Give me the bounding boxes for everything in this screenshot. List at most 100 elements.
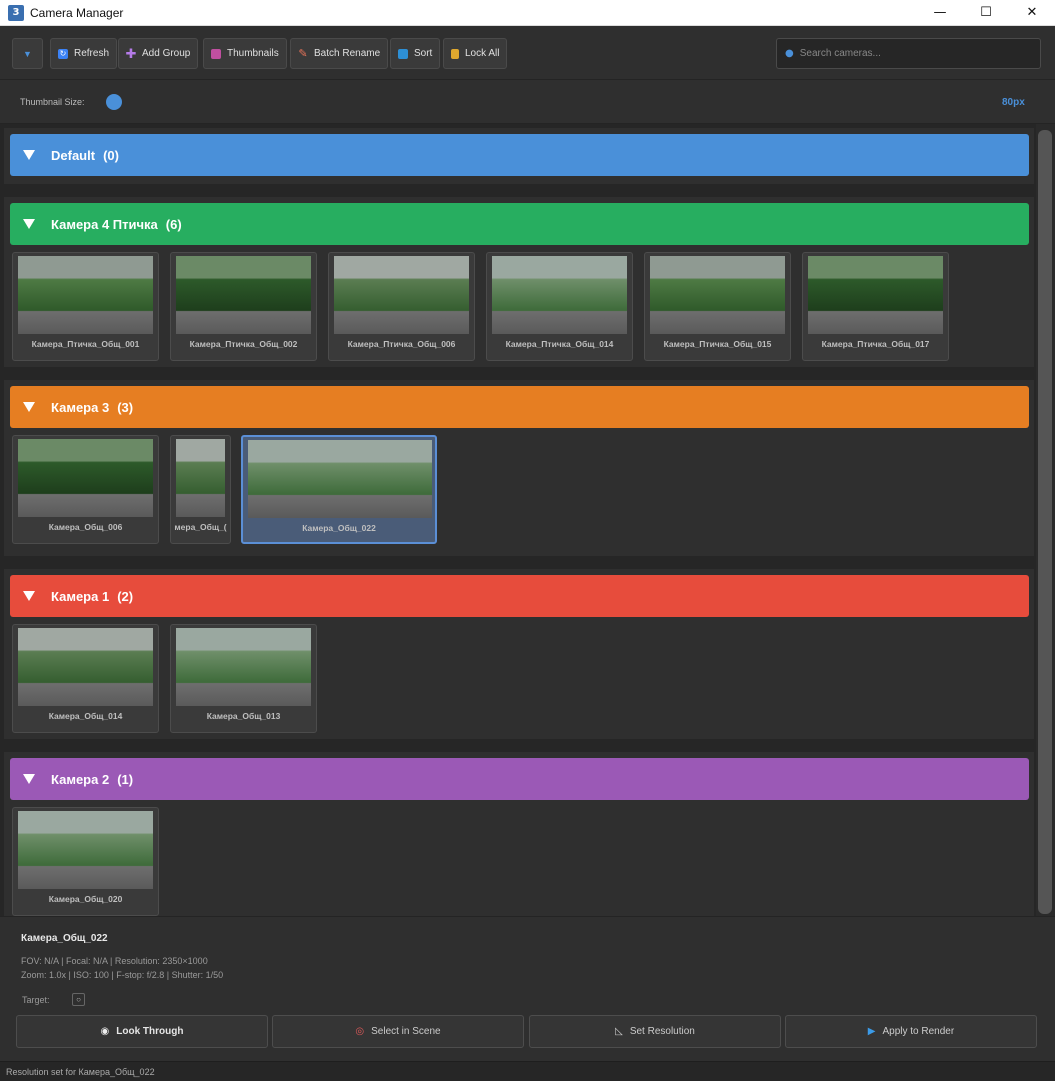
camera-name-label: Камера_Общ_006 [48,522,123,532]
minimize-button[interactable]: — [917,0,963,26]
camera-group: Камера 2 (1) Камера_Общ_020 [4,752,1034,916]
collapse-triangle-icon[interactable] [23,219,35,229]
refresh-button[interactable]: ↻ Refresh [50,38,118,69]
camera-name-label: Камера_Общ_022 [302,523,376,533]
search-box[interactable]: ● [776,38,1041,69]
scrollbar[interactable] [1036,124,1055,916]
camera-thumbnail[interactable]: мера_Общ_( [170,435,231,544]
camera-preview-image [650,256,785,334]
target-pick-button[interactable]: ○ [72,993,85,1006]
camera-preview-image [808,256,943,334]
camera-group: Камера 3 (3) Камера_Общ_006 мера_Общ_( Камер… [4,380,1034,556]
camera-preview-image [176,628,311,706]
collapse-triangle-icon[interactable] [23,402,35,412]
eye-icon: ◉ [100,1026,110,1037]
group-header[interactable]: Камера 1 (2) [10,575,1029,617]
play-icon: ▶ [867,1026,876,1037]
camera-preview-image [334,256,469,334]
camera-name-label: Камера_Птичка_Общ_006 [347,339,456,349]
group-count: (1) [117,771,134,787]
group-name: Камера 2 [51,771,110,787]
group-header[interactable]: Камера 2 (1) [10,758,1029,800]
camera-group: Default (0) [4,128,1034,184]
search-icon: ● [785,48,794,59]
camera-groups-list: Default (0) Камера 4 Птичка (6) Камера_Птичк… [0,124,1036,916]
sort-button[interactable]: Sort [390,38,441,69]
group-name: Камера 3 [51,399,110,415]
select-in-scene-button[interactable]: ◎ Select in Scene [272,1015,524,1048]
batch-rename-button[interactable]: ✎ Batch Rename [290,38,389,69]
add-group-label: Add Group [142,48,191,59]
collapse-triangle-icon[interactable] [23,591,35,601]
camera-name-label: Камера_Общ_013 [206,711,281,721]
scrollbar-thumb[interactable] [1038,130,1052,914]
camera-preview-image [176,256,311,334]
camera-thumbnail[interactable]: Камера_Общ_022 [241,435,437,544]
select-in-scene-label: Select in Scene [371,1026,441,1037]
thumbnail-size-bar: Thumbnail Size: 80px [0,80,1055,185]
thumbnails-button[interactable]: Thumbnails [203,38,287,69]
window-title: Camera Manager [30,5,124,20]
camera-thumbnail[interactable]: Камера_Птичка_Общ_002 [170,252,317,361]
apply-to-render-button[interactable]: ▶ Apply to Render [785,1015,1037,1048]
collapse-triangle-icon[interactable] [23,774,35,784]
apply-to-render-label: Apply to Render [882,1026,955,1037]
set-resolution-button[interactable]: ◺ Set Resolution [529,1015,781,1048]
collapse-triangle-icon[interactable] [23,150,35,160]
look-through-button[interactable]: ◉ Look Through [16,1015,268,1048]
camera-preview-image [492,256,627,334]
group-header[interactable]: Default (0) [10,134,1029,176]
camera-preview-image [248,440,432,518]
group-count: (0) [103,147,119,163]
ruler-icon: ◺ [615,1026,623,1037]
camera-name-label: Камера_Общ_014 [48,711,123,721]
camera-name-label: Камера_Птичка_Общ_017 [821,339,930,349]
camera-thumbnail[interactable]: Камера_Общ_013 [170,624,317,733]
set-resolution-label: Set Resolution [629,1026,695,1037]
camera-thumbnail[interactable]: Камера_Птичка_Общ_014 [486,252,633,361]
camera-thumbnail[interactable]: Камера_Общ_014 [12,624,159,733]
collapse-all-button[interactable]: ▼ [12,38,43,69]
maximize-button[interactable]: ☐ [963,0,1009,26]
thumbnail-size-handle[interactable] [106,94,122,110]
group-count: (3) [117,399,134,415]
group-count: (2) [117,588,134,604]
camera-thumbnail[interactable]: Камера_Общ_020 [12,807,159,916]
camera-info-line-2: Zoom: 1.0x | ISO: 100 | F-stop: f/2.8 | … [21,970,224,980]
thumbnail-size-value: 80px [1002,97,1025,108]
toolbar: ▼ ↻ Refresh ✚ Add Group Thumbnails ✎ Bat… [0,26,1055,80]
camera-preview-image [18,811,153,889]
group-name: Камера 1 [51,588,110,604]
camera-thumbnail[interactable]: Камера_Общ_006 [12,435,159,544]
camera-thumbnail[interactable]: Камера_Птичка_Общ_015 [644,252,791,361]
camera-thumbnail[interactable]: Камера_Птичка_Общ_001 [12,252,159,361]
group-name: Default [51,147,96,163]
sort-label: Sort [414,48,433,59]
target-icon: ◎ [355,1026,365,1037]
camera-group: Камера 4 Птичка (6) Камера_Птичка_Общ_001 К… [4,197,1034,367]
camera-info-line-1: FOV: N/A | Focal: N/A | Resolution: 2350… [21,956,208,966]
camera-thumbnail[interactable]: Камера_Птичка_Общ_017 [802,252,949,361]
camera-icon [211,48,221,59]
camera-preview-image [18,256,153,334]
camera-name-label: Камера_Птичка_Общ_001 [31,339,140,349]
group-header[interactable]: Камера 4 Птичка (6) [10,203,1029,245]
group-name: Камера 4 Птичка [51,216,158,232]
camera-preview-image [18,628,153,706]
add-group-button[interactable]: ✚ Add Group [118,38,199,69]
search-input[interactable] [799,48,1020,59]
title-bar: 3 Camera Manager — ☐ ✕ [0,0,1055,26]
camera-thumbnail[interactable]: Камера_Птичка_Общ_006 [328,252,475,361]
close-button[interactable]: ✕ [1009,0,1055,26]
lock-all-button[interactable]: Lock All [443,38,508,69]
camera-name-label: Камера_Птичка_Общ_002 [189,339,298,349]
pencil-icon: ✎ [298,48,308,60]
camera-name-label: Камера_Птичка_Общ_014 [505,339,614,349]
group-header[interactable]: Камера 3 (3) [10,386,1029,428]
sort-icon [398,48,408,59]
app-3d-icon: 3 [8,4,24,21]
selected-camera-name: Камера_Общ_022 [21,933,108,944]
refresh-icon: ↻ [58,48,68,59]
camera-name-label: мера_Общ_( [174,522,227,532]
target-label: Target: [22,995,50,1005]
